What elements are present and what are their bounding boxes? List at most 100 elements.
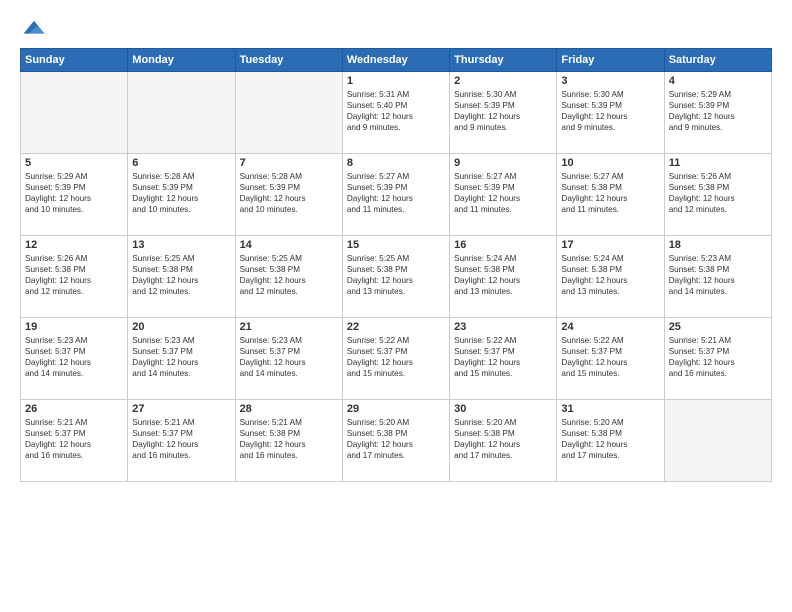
day-number: 1 (347, 75, 445, 87)
cell-details: Sunrise: 5:24 AM Sunset: 5:38 PM Dayligh… (561, 253, 659, 297)
day-number: 22 (347, 321, 445, 333)
weekday-header-saturday: Saturday (664, 49, 771, 72)
cell-details: Sunrise: 5:29 AM Sunset: 5:39 PM Dayligh… (25, 171, 123, 215)
day-number: 21 (240, 321, 338, 333)
calendar-cell: 12 Sunrise: 5:26 AM Sunset: 5:38 PM Dayli… (21, 236, 128, 318)
cell-details: Sunrise: 5:23 AM Sunset: 5:37 PM Dayligh… (25, 335, 123, 379)
calendar-week-row: 12 Sunrise: 5:26 AM Sunset: 5:38 PM Dayli… (21, 236, 772, 318)
day-number: 3 (561, 75, 659, 87)
cell-details: Sunrise: 5:26 AM Sunset: 5:38 PM Dayligh… (25, 253, 123, 297)
cell-details: Sunrise: 5:22 AM Sunset: 5:37 PM Dayligh… (454, 335, 552, 379)
weekday-header-thursday: Thursday (450, 49, 557, 72)
day-number: 6 (132, 157, 230, 169)
calendar-cell: 31 Sunrise: 5:20 AM Sunset: 5:38 PM Dayli… (557, 400, 664, 482)
calendar-cell: 6 Sunrise: 5:28 AM Sunset: 5:39 PM Daylig… (128, 154, 235, 236)
day-number: 7 (240, 157, 338, 169)
weekday-header-row: SundayMondayTuesdayWednesdayThursdayFrid… (21, 49, 772, 72)
page: SundayMondayTuesdayWednesdayThursdayFrid… (0, 0, 792, 612)
cell-details: Sunrise: 5:28 AM Sunset: 5:39 PM Dayligh… (132, 171, 230, 215)
calendar-cell: 26Sunrise: 5:21 AM Sunset: 5:37 PM Dayli… (21, 400, 128, 482)
calendar-cell: 1 Sunrise: 5:31 AM Sunset: 5:40 PM Daylig… (342, 72, 449, 154)
calendar-cell: 13 Sunrise: 5:25 AM Sunset: 5:38 PM Dayli… (128, 236, 235, 318)
calendar-cell: 21 Sunrise: 5:23 AM Sunset: 5:37 PM Dayli… (235, 318, 342, 400)
cell-details: Sunrise: 5:20 AM Sunset: 5:38 PM Dayligh… (561, 417, 659, 461)
calendar-cell: 4 Sunrise: 5:29 AM Sunset: 5:39 PM Daylig… (664, 72, 771, 154)
day-number: 12 (25, 239, 123, 251)
cell-details: Sunrise: 5:21 AM Sunset: 5:38 PM Dayligh… (240, 417, 338, 461)
calendar-cell: 17Sunrise: 5:24 AM Sunset: 5:38 PM Dayli… (557, 236, 664, 318)
day-number: 4 (669, 75, 767, 87)
day-number: 25 (669, 321, 767, 333)
weekday-header-tuesday: Tuesday (235, 49, 342, 72)
cell-details: Sunrise: 5:21 AM Sunset: 5:37 PM Dayligh… (132, 417, 230, 461)
day-number: 8 (347, 157, 445, 169)
cell-details: Sunrise: 5:23 AM Sunset: 5:37 PM Dayligh… (240, 335, 338, 379)
day-number: 29 (347, 403, 445, 415)
calendar-cell: 5 Sunrise: 5:29 AM Sunset: 5:39 PM Daylig… (21, 154, 128, 236)
cell-details: Sunrise: 5:30 AM Sunset: 5:39 PM Dayligh… (454, 89, 552, 133)
day-number: 18 (669, 239, 767, 251)
calendar-cell: 14Sunrise: 5:25 AM Sunset: 5:38 PM Dayli… (235, 236, 342, 318)
cell-details: Sunrise: 5:22 AM Sunset: 5:37 PM Dayligh… (561, 335, 659, 379)
cell-details: Sunrise: 5:27 AM Sunset: 5:38 PM Dayligh… (561, 171, 659, 215)
day-number: 27 (132, 403, 230, 415)
cell-details: Sunrise: 5:23 AM Sunset: 5:37 PM Dayligh… (132, 335, 230, 379)
weekday-header-wednesday: Wednesday (342, 49, 449, 72)
cell-details: Sunrise: 5:25 AM Sunset: 5:38 PM Dayligh… (240, 253, 338, 297)
calendar-cell: 10 Sunrise: 5:27 AM Sunset: 5:38 PM Dayli… (557, 154, 664, 236)
calendar-cell: 29 Sunrise: 5:20 AM Sunset: 5:38 PM Dayli… (342, 400, 449, 482)
day-number: 13 (132, 239, 230, 251)
calendar-table: SundayMondayTuesdayWednesdayThursdayFrid… (20, 48, 772, 482)
calendar-cell: 18Sunrise: 5:23 AM Sunset: 5:38 PM Dayli… (664, 236, 771, 318)
cell-details: Sunrise: 5:27 AM Sunset: 5:39 PM Dayligh… (454, 171, 552, 215)
calendar-cell (235, 72, 342, 154)
cell-details: Sunrise: 5:25 AM Sunset: 5:38 PM Dayligh… (347, 253, 445, 297)
calendar-cell: 28 Sunrise: 5:21 AM Sunset: 5:38 PM Dayli… (235, 400, 342, 482)
day-number: 15 (347, 239, 445, 251)
cell-details: Sunrise: 5:25 AM Sunset: 5:38 PM Dayligh… (132, 253, 230, 297)
calendar-cell (128, 72, 235, 154)
calendar-cell: 3Sunrise: 5:30 AM Sunset: 5:39 PM Daylig… (557, 72, 664, 154)
cell-details: Sunrise: 5:31 AM Sunset: 5:40 PM Dayligh… (347, 89, 445, 133)
day-number: 5 (25, 157, 123, 169)
calendar-cell: 2Sunrise: 5:30 AM Sunset: 5:39 PM Daylig… (450, 72, 557, 154)
calendar-cell: 15 Sunrise: 5:25 AM Sunset: 5:38 PM Dayli… (342, 236, 449, 318)
calendar-cell: 8 Sunrise: 5:27 AM Sunset: 5:39 PM Daylig… (342, 154, 449, 236)
day-number: 9 (454, 157, 552, 169)
calendar-week-row: 1 Sunrise: 5:31 AM Sunset: 5:40 PM Daylig… (21, 72, 772, 154)
calendar-week-row: 5 Sunrise: 5:29 AM Sunset: 5:39 PM Daylig… (21, 154, 772, 236)
logo-icon (22, 18, 46, 38)
calendar-cell (21, 72, 128, 154)
calendar-cell: 22 Sunrise: 5:22 AM Sunset: 5:37 PM Dayli… (342, 318, 449, 400)
day-number: 31 (561, 403, 659, 415)
logo (20, 18, 46, 38)
day-number: 28 (240, 403, 338, 415)
cell-details: Sunrise: 5:21 AM Sunset: 5:37 PM Dayligh… (669, 335, 767, 379)
cell-details: Sunrise: 5:24 AM Sunset: 5:38 PM Dayligh… (454, 253, 552, 297)
day-number: 23 (454, 321, 552, 333)
calendar-cell: 11Sunrise: 5:26 AM Sunset: 5:38 PM Dayli… (664, 154, 771, 236)
calendar-cell: 9 Sunrise: 5:27 AM Sunset: 5:39 PM Daylig… (450, 154, 557, 236)
day-number: 24 (561, 321, 659, 333)
calendar-cell: 7 Sunrise: 5:28 AM Sunset: 5:39 PM Daylig… (235, 154, 342, 236)
calendar-cell (664, 400, 771, 482)
weekday-header-friday: Friday (557, 49, 664, 72)
cell-details: Sunrise: 5:29 AM Sunset: 5:39 PM Dayligh… (669, 89, 767, 133)
calendar-cell: 20 Sunrise: 5:23 AM Sunset: 5:37 PM Dayli… (128, 318, 235, 400)
cell-details: Sunrise: 5:20 AM Sunset: 5:38 PM Dayligh… (347, 417, 445, 461)
calendar-cell: 30Sunrise: 5:20 AM Sunset: 5:38 PM Dayli… (450, 400, 557, 482)
calendar-cell: 27 Sunrise: 5:21 AM Sunset: 5:37 PM Dayli… (128, 400, 235, 482)
weekday-header-monday: Monday (128, 49, 235, 72)
calendar-week-row: 26Sunrise: 5:21 AM Sunset: 5:37 PM Dayli… (21, 400, 772, 482)
day-number: 20 (132, 321, 230, 333)
cell-details: Sunrise: 5:26 AM Sunset: 5:38 PM Dayligh… (669, 171, 767, 215)
day-number: 10 (561, 157, 659, 169)
calendar-cell: 24 Sunrise: 5:22 AM Sunset: 5:37 PM Dayli… (557, 318, 664, 400)
calendar-week-row: 19Sunrise: 5:23 AM Sunset: 5:37 PM Dayli… (21, 318, 772, 400)
cell-details: Sunrise: 5:27 AM Sunset: 5:39 PM Dayligh… (347, 171, 445, 215)
calendar-cell: 25 Sunrise: 5:21 AM Sunset: 5:37 PM Dayli… (664, 318, 771, 400)
cell-details: Sunrise: 5:22 AM Sunset: 5:37 PM Dayligh… (347, 335, 445, 379)
cell-details: Sunrise: 5:28 AM Sunset: 5:39 PM Dayligh… (240, 171, 338, 215)
calendar-cell: 16Sunrise: 5:24 AM Sunset: 5:38 PM Dayli… (450, 236, 557, 318)
cell-details: Sunrise: 5:21 AM Sunset: 5:37 PM Dayligh… (25, 417, 123, 461)
